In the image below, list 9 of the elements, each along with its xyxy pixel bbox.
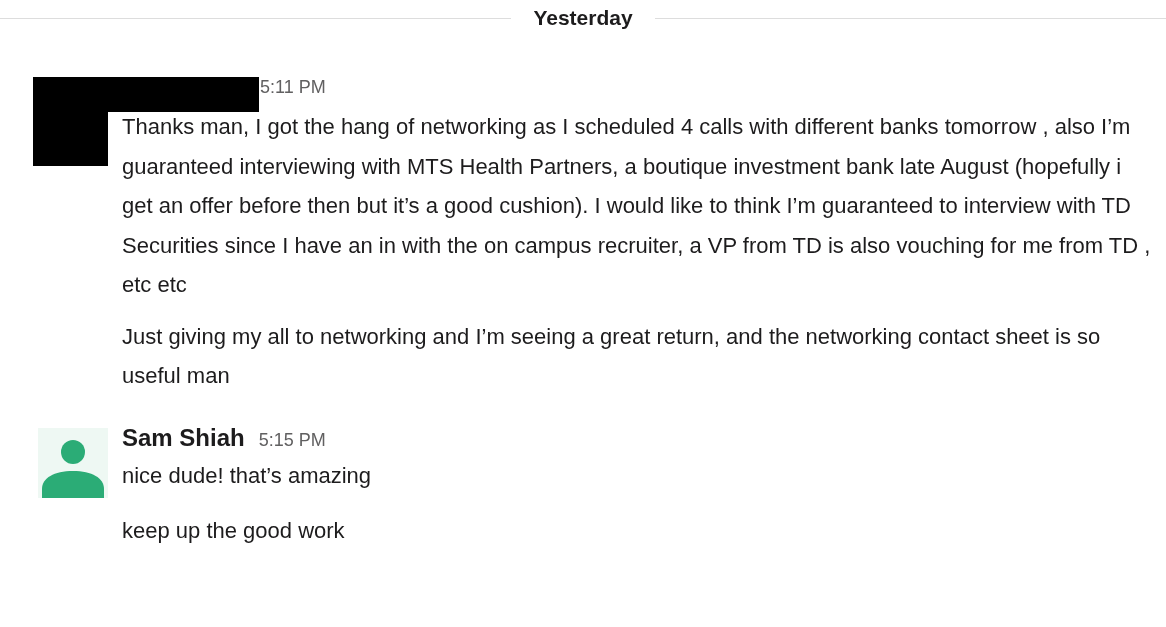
message-time: 5:15 PM <box>258 429 326 451</box>
message-text: nice dude! that’s amazing <box>122 461 373 490</box>
message-time: 5:11 PM <box>260 77 326 98</box>
message-text: Thanks man, I got the hang of networking as I scheduled 4 calls with different banks tomorrow , also I’m guaranteed interviewing with MTS Health Partners, a boutique investment bank late August (hopefully i get an offer before then but it’s a good cushion). I would like to think I’m guaranteed to interview with TD Securities since I have an in with the on campus recruiter, a VP from TD is also vouching for me from TD , etc etc <box>122 113 1152 299</box>
message-text: Just giving my all to networking and I’m seeing a great return, and the networking contact sheet is so useful man <box>122 322 1102 390</box>
sender-name[interactable]: Sam Shiah <box>122 423 245 452</box>
message-text: keep up the good work <box>122 517 346 545</box>
avatar-icon <box>38 427 108 498</box>
day-divider-label: Yesterday <box>533 6 633 30</box>
